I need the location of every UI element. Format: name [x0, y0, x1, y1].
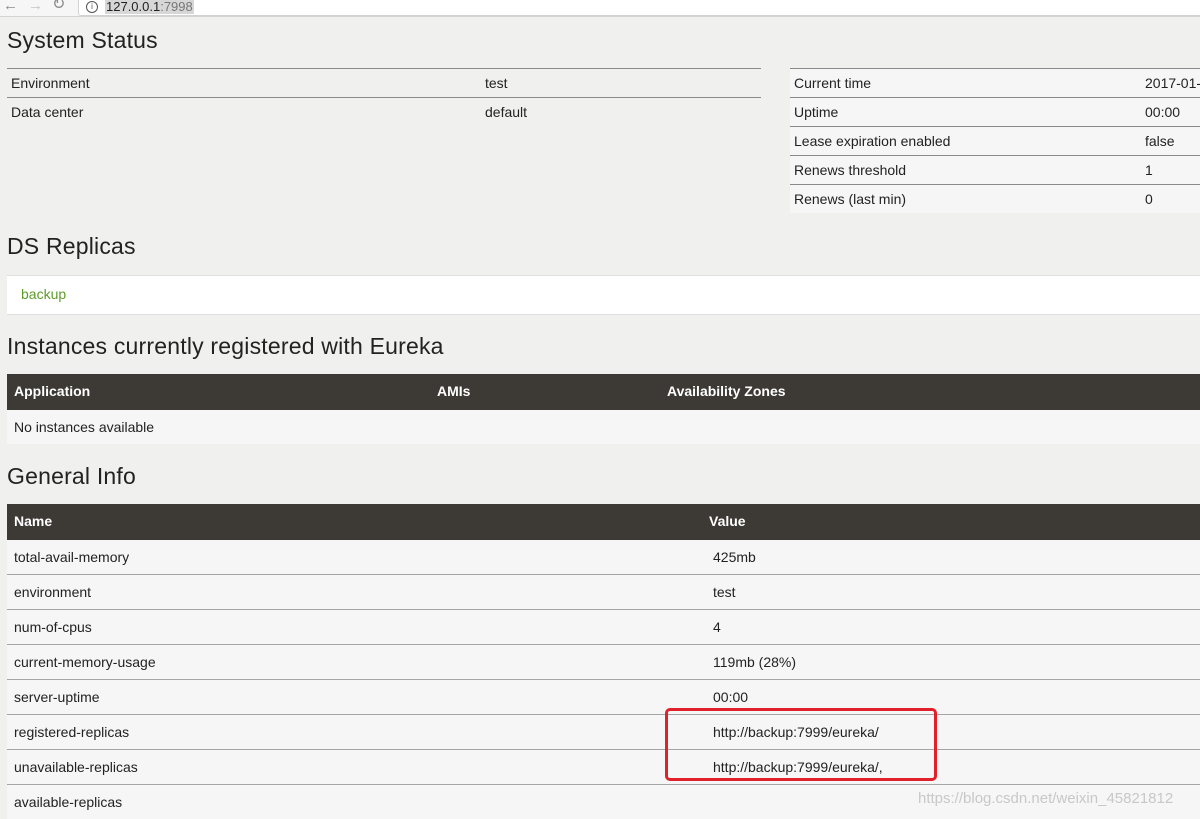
watermark-text: https://blog.csdn.net/weixin_45821812: [918, 790, 1173, 807]
status-label: Lease expiration enabled: [790, 127, 1141, 156]
table-row: total-avail-memory 425mb: [7, 540, 1200, 575]
info-name: unavailable-replicas: [7, 750, 703, 785]
info-name: available-replicas: [7, 785, 703, 819]
table-row: registered-replicas http://backup:7999/e…: [7, 715, 1200, 750]
status-row: Uptime 00:00: [790, 98, 1200, 127]
url-port: :7998: [160, 0, 193, 14]
instances-title: Instances currently registered with Eure…: [7, 333, 444, 360]
status-value: test: [481, 69, 761, 98]
status-value: 1: [1141, 156, 1200, 185]
column-header-amis: AMIs: [437, 383, 470, 399]
instances-empty-row: No instances available: [7, 410, 1200, 444]
info-value: 425mb: [703, 540, 1200, 575]
table-row: unavailable-replicas http://backup:7999/…: [7, 750, 1200, 785]
ds-replicas-title: DS Replicas: [7, 233, 136, 260]
no-instances-text: No instances available: [14, 419, 154, 435]
status-label: Uptime: [790, 98, 1141, 127]
status-label: Environment: [7, 69, 481, 98]
status-label: Renews threshold: [790, 156, 1141, 185]
forward-arrow-icon[interactable]: →: [28, 0, 43, 15]
system-status-right-table: Current time 2017-01- Uptime 00:00 Lease…: [790, 68, 1200, 213]
status-label: Current time: [790, 69, 1141, 98]
info-value: test: [703, 575, 1200, 610]
status-value: 00:00: [1141, 98, 1200, 127]
info-name: total-avail-memory: [7, 540, 703, 575]
status-row: Environment test: [7, 69, 761, 98]
url-host: 127.0.0.1: [106, 0, 160, 14]
info-value: 119mb (28%): [703, 645, 1200, 680]
column-header-value: Value: [709, 513, 746, 529]
info-name: current-memory-usage: [7, 645, 703, 680]
info-name: server-uptime: [7, 680, 703, 715]
instances-table-header: Application AMIs Availability Zones: [7, 374, 1200, 410]
table-row: environment test: [7, 575, 1200, 610]
info-icon[interactable]: i: [86, 1, 98, 13]
status-value: 0: [1141, 185, 1200, 214]
reload-icon[interactable]: ↻: [52, 0, 65, 14]
status-row: Renews (last min) 0: [790, 185, 1200, 214]
general-info-title: General Info: [7, 463, 136, 490]
browser-toolbar: ← → ↻ i 127.0.0.1:7998: [0, 0, 1200, 17]
status-label: Renews (last min): [790, 185, 1141, 214]
table-row: num-of-cpus 4: [7, 610, 1200, 645]
table-row: server-uptime 00:00: [7, 680, 1200, 715]
status-row: Data center default: [7, 98, 761, 127]
info-name: environment: [7, 575, 703, 610]
general-info-table: total-avail-memory 425mb environment tes…: [7, 540, 1200, 819]
replica-link-backup[interactable]: backup: [21, 286, 66, 302]
status-value: false: [1141, 127, 1200, 156]
address-bar[interactable]: i 127.0.0.1:7998: [78, 0, 1200, 16]
status-label: Data center: [7, 98, 481, 127]
status-value: 2017-01-: [1141, 69, 1200, 98]
column-header-application: Application: [14, 383, 90, 399]
status-row: Renews threshold 1: [790, 156, 1200, 185]
annotation-highlight-box: [665, 708, 937, 781]
status-value: default: [481, 98, 761, 127]
status-row: Current time 2017-01-: [790, 69, 1200, 98]
info-value: 4: [703, 610, 1200, 645]
table-row: current-memory-usage 119mb (28%): [7, 645, 1200, 680]
column-header-name: Name: [14, 513, 52, 529]
system-status-title: System Status: [7, 27, 158, 54]
general-info-table-header: Name Value: [7, 504, 1200, 540]
info-name: registered-replicas: [7, 715, 703, 750]
ds-replicas-list: backup: [7, 275, 1200, 315]
column-header-availability-zones: Availability Zones: [667, 383, 786, 399]
info-name: num-of-cpus: [7, 610, 703, 645]
url-text[interactable]: 127.0.0.1:7998: [105, 0, 194, 14]
status-row: Lease expiration enabled false: [790, 127, 1200, 156]
system-status-left-table: Environment test Data center default: [7, 68, 761, 126]
back-arrow-icon[interactable]: ←: [3, 0, 18, 15]
